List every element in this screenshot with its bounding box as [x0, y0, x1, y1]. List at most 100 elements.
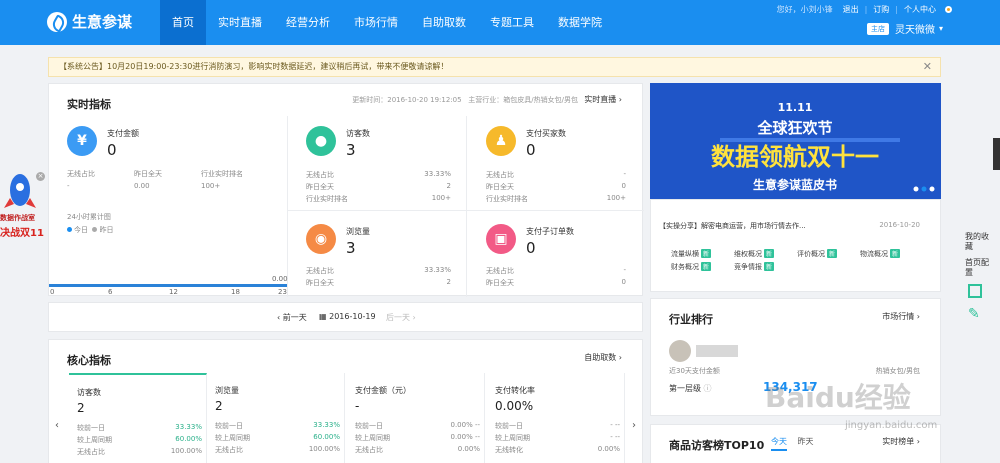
- shop-tag: 主店: [866, 22, 889, 35]
- prev-day-button[interactable]: ‹ 前一天: [277, 312, 307, 323]
- row-value: 33.33%: [175, 423, 202, 431]
- chevron-right-icon[interactable]: ›: [632, 420, 636, 431]
- row-value: 60.00%: [175, 435, 202, 443]
- tab-yesterday[interactable]: 昨天: [798, 437, 814, 446]
- quick-link[interactable]: 评价概况新: [797, 249, 838, 259]
- logout-link[interactable]: 退出: [843, 4, 859, 15]
- next-day-button[interactable]: 后一天 ›: [386, 312, 416, 323]
- order-link[interactable]: 订购: [873, 4, 889, 15]
- core-card-conversion[interactable]: 支付转化率 0.00% 较前一日 - -- 较上周同期 - -- 无线转化 0.00%: [487, 373, 625, 463]
- personal-center-link[interactable]: 个人中心: [904, 4, 936, 15]
- market-link[interactable]: 市场行情 ›: [882, 311, 920, 322]
- card-row: 较上周同期 60.00%: [215, 433, 340, 443]
- rank-subtitle: 近30天支付金额: [669, 367, 720, 375]
- banner-tag: 11.11: [778, 101, 813, 114]
- chevron-down-icon: ▾: [938, 24, 943, 33]
- my-favorites-link[interactable]: 我的收藏: [965, 232, 989, 252]
- realtime-panel: 实时指标 更新时间：2016-10-20 19:12:05 主营行业：箱包皮具/…: [48, 83, 644, 297]
- divider: [287, 210, 644, 211]
- nav-self-fetch[interactable]: 自助取数: [410, 0, 478, 45]
- card-value: 2: [215, 399, 223, 413]
- card-value: 2: [77, 401, 85, 415]
- metric-title: 支付买家数: [526, 129, 566, 138]
- help-icon[interactable]: ⓘ: [704, 384, 712, 393]
- panel-title: 核心指标: [67, 354, 111, 367]
- next-day-label: 后一天: [386, 313, 410, 322]
- nav-market[interactable]: 市场行情: [342, 0, 410, 45]
- quick-link[interactable]: 物流概况新: [860, 249, 901, 259]
- date-switcher: ‹ 前一天 ▦ 2016-10-19 后一天 ›: [48, 302, 643, 332]
- row-key: 无线转化: [495, 446, 523, 454]
- card-row: 较前一日 33.33%: [77, 423, 202, 433]
- quick-link-label: 财务概况: [671, 263, 699, 271]
- metric-title: 浏览量: [346, 227, 370, 236]
- nav-analysis[interactable]: 经营分析: [274, 0, 342, 45]
- quick-link[interactable]: 流量纵横新: [671, 249, 712, 259]
- quick-link-label: 竞争情报: [734, 263, 762, 271]
- nav-academy[interactable]: 数据学院: [546, 0, 614, 45]
- new-badge: 新: [764, 262, 775, 271]
- legend-yesterday: 昨日: [99, 226, 114, 234]
- update-time: 更新时间：2016-10-20 19:12:05: [352, 96, 462, 104]
- promo-banner[interactable]: 11.11 全球狂欢节 数据领航双十一 生意参谋蓝皮书: [650, 83, 941, 199]
- close-icon[interactable]: ✕: [923, 58, 932, 76]
- row-value: - --: [610, 421, 620, 429]
- qrcode-icon[interactable]: [968, 284, 982, 298]
- shop-selector[interactable]: 主店 灵天微微 ▾: [866, 21, 943, 36]
- card-row: 无线占比 100.00%: [77, 447, 202, 457]
- logo-icon: [47, 11, 67, 32]
- core-card-pay-amount[interactable]: 支付金额（元） - 较前一日 0.00% -- 较上周同期 0.00% -- 无线占…: [347, 373, 485, 463]
- metric-key: 行业实时排名: [486, 195, 528, 203]
- row-value: 0.00%: [597, 445, 620, 453]
- nav-home[interactable]: 首页: [160, 0, 206, 45]
- nav-live[interactable]: 实时直播: [206, 0, 274, 45]
- metric-val: 0: [621, 182, 626, 190]
- notification-icon[interactable]: [945, 6, 952, 13]
- new-badge: 新: [827, 249, 838, 258]
- new-badge: 新: [764, 249, 775, 258]
- notice-text: 【系统公告】10月20日19:00-23:30进行消防演习，影响实时数据延迟，建…: [59, 62, 449, 71]
- live-link[interactable]: 实时直播 ›: [584, 94, 622, 105]
- nav-tools[interactable]: 专题工具: [478, 0, 546, 45]
- clipboard-icon: ▣: [486, 224, 516, 254]
- chevron-left-icon[interactable]: ‹: [55, 420, 59, 431]
- market-link-label: 市场行情: [882, 312, 915, 321]
- brand-logo[interactable]: 生意参谋: [47, 11, 132, 32]
- tab-today[interactable]: 今天: [771, 437, 787, 451]
- self-fetch-link[interactable]: 自助取数 ›: [584, 352, 622, 363]
- card-row: 较上周同期 - --: [495, 433, 620, 443]
- footprint-icon: ●: [306, 126, 336, 156]
- widget-line2: 决战双11: [0, 228, 44, 239]
- quick-link[interactable]: 财务概况新: [671, 262, 712, 272]
- row-value: 0.00% --: [450, 421, 480, 429]
- metric-val: 0.00: [134, 182, 150, 190]
- blurred-shop-name: [696, 345, 738, 357]
- metric-title: 支付子订单数: [526, 227, 574, 236]
- date-picker[interactable]: ▦ 2016-10-19: [319, 312, 376, 321]
- war-room-widget[interactable]: 数据作战室 决战双11: [0, 172, 46, 242]
- close-icon[interactable]: ×: [36, 172, 45, 181]
- card-row: 较前一日 33.33%: [215, 421, 340, 431]
- core-card-pageviews[interactable]: 浏览量 2 较前一日 33.33% 较上周同期 60.00% 无线占比 100.00%: [207, 373, 345, 463]
- quick-link[interactable]: 维权概况新: [734, 249, 775, 259]
- home-config-link[interactable]: 首页配置: [965, 258, 989, 278]
- row-value: 60.00%: [313, 433, 340, 441]
- top10-tabs: 今天 昨天: [771, 436, 814, 451]
- quick-link[interactable]: 竞争情报新: [734, 262, 775, 272]
- row-key: 较前一日: [215, 422, 243, 430]
- metric-key: 昨日全天: [486, 183, 514, 191]
- card-row: 较前一日 - --: [495, 421, 620, 431]
- edit-icon[interactable]: ✎: [968, 306, 989, 322]
- eye-icon: ◉: [306, 224, 336, 254]
- card-value: 0.00%: [495, 399, 534, 413]
- side-scroll-handle[interactable]: [993, 138, 1000, 170]
- metric-key: 无线占比: [306, 171, 334, 179]
- metric-key: 行业实时排名: [201, 170, 243, 178]
- core-card-visitors[interactable]: 访客数 2 较前一日 33.33% 较上周同期 60.00% 无线占比 100.00%: [69, 373, 207, 463]
- x-tick: 23: [278, 288, 287, 296]
- news-headline[interactable]: 【实操分享】解密电商运营，用市场行情去作...: [659, 221, 806, 231]
- shop-name: 灵天微微: [894, 25, 935, 36]
- card-row: 较上周同期 60.00%: [77, 435, 202, 445]
- date-value: 2016-10-19: [329, 312, 376, 321]
- realtime-rank-link[interactable]: 实时榜单 ›: [882, 436, 920, 447]
